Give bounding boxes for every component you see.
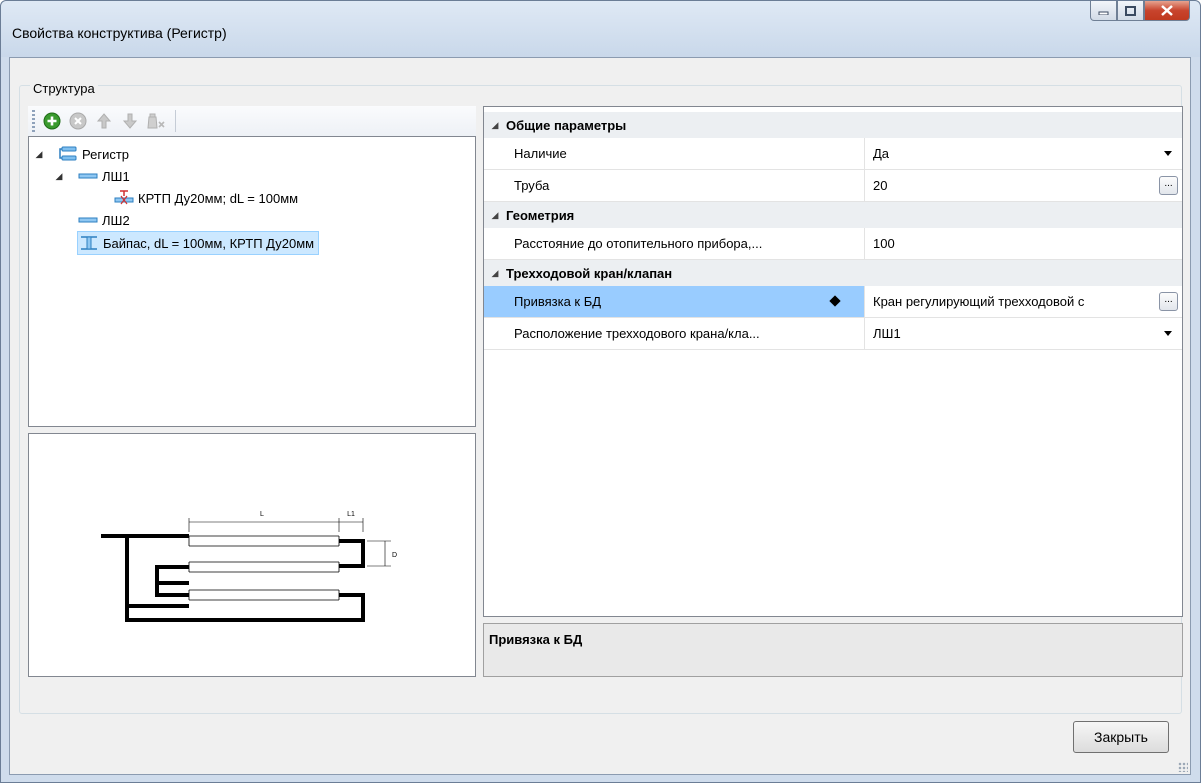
- tree-item-register[interactable]: ◢ Регистр: [33, 143, 129, 165]
- ellipsis-button[interactable]: ...: [1159, 176, 1178, 195]
- dropdown-arrow-icon[interactable]: [1164, 151, 1172, 156]
- column-divider[interactable]: [864, 228, 865, 259]
- move-up-button[interactable]: [93, 110, 115, 132]
- close-icon: [1161, 5, 1173, 16]
- properties-window: Свойства конструктива (Регистр) Структур…: [0, 0, 1201, 783]
- tree-item-label: КРТП Ду20мм; dL = 100мм: [138, 190, 299, 206]
- pipe-icon: [77, 211, 99, 229]
- dropdown-arrow-icon[interactable]: [1164, 331, 1172, 336]
- valve-icon: [113, 189, 135, 207]
- tree-item-label: ЛШ2: [102, 212, 130, 228]
- clear-icon: [147, 113, 165, 129]
- column-divider[interactable]: [864, 170, 865, 201]
- tree-item-bypass[interactable]: Байпас, dL = 100мм, КРТП Ду20мм: [77, 231, 320, 255]
- property-row-availability[interactable]: Наличие Да: [484, 138, 1182, 170]
- property-description: Привязка к БД: [483, 623, 1183, 677]
- tree-item-label: Байпас, dL = 100мм, КРТП Ду20мм: [103, 235, 315, 251]
- close-window-button[interactable]: [1144, 1, 1190, 21]
- bypass-icon: [78, 234, 100, 252]
- window-title: Свойства конструктива (Регистр): [12, 25, 227, 41]
- delete-button[interactable]: [67, 110, 89, 132]
- property-value[interactable]: Да: [873, 138, 1143, 169]
- category-label: Геометрия: [506, 207, 575, 223]
- dialog-body: Структура ◢ Регистр ◢ ЛШ1 КРТП Ду20мм; d…: [9, 57, 1191, 775]
- tree-item-label: Регистр: [82, 146, 130, 162]
- clear-button[interactable]: [145, 110, 167, 132]
- resize-grip[interactable]: [1178, 762, 1188, 772]
- dim-l1-label: L1: [347, 511, 355, 518]
- property-value[interactable]: 100: [873, 228, 1143, 259]
- property-name: Труба: [514, 178, 550, 193]
- pipe-icon: [77, 167, 99, 185]
- register-icon: [57, 145, 79, 163]
- add-button[interactable]: [41, 110, 63, 132]
- register-schematic: L L1 D: [101, 511, 397, 622]
- toolbar-separator: [175, 110, 176, 132]
- category-label: Общие параметры: [506, 117, 627, 133]
- category-label: Трехходовой кран/клапан: [506, 265, 673, 281]
- delete-icon: [69, 112, 87, 130]
- category-three-way-valve[interactable]: ◢ Трехходовой кран/клапан: [484, 260, 1182, 286]
- collapse-arrow-icon[interactable]: ◢: [484, 268, 506, 279]
- arrow-up-icon: [96, 113, 112, 129]
- move-down-button[interactable]: [119, 110, 141, 132]
- structure-group-label: Структура: [30, 81, 98, 96]
- column-divider[interactable]: [864, 318, 865, 349]
- title-bar[interactable]: Свойства конструктива (Регистр): [1, 1, 1200, 57]
- window-controls: [1090, 1, 1190, 23]
- property-name: Наличие: [514, 146, 567, 161]
- add-icon: [43, 112, 61, 130]
- maximize-icon: [1125, 5, 1136, 16]
- structure-toolbar: [28, 106, 476, 136]
- collapse-arrow-icon[interactable]: ◢: [33, 149, 45, 160]
- category-geometry[interactable]: ◢ Геометрия: [484, 202, 1182, 228]
- property-row-distance[interactable]: Расстояние до отопительного прибора,... …: [484, 228, 1182, 260]
- tree-item-lsh1[interactable]: ◢ ЛШ1: [53, 165, 130, 187]
- property-value[interactable]: ЛШ1: [873, 318, 1143, 349]
- column-divider[interactable]: [864, 138, 865, 169]
- column-divider[interactable]: [864, 286, 865, 317]
- property-row-valve-location[interactable]: Расположение трехходового крана/кла... Л…: [484, 318, 1182, 350]
- schematic-preview: L L1 D: [28, 433, 476, 677]
- property-name: Расположение трехходового крана/кла...: [514, 326, 760, 341]
- minimize-button[interactable]: [1090, 1, 1117, 21]
- dim-d-label: D: [392, 552, 397, 559]
- collapse-arrow-icon[interactable]: ◢: [484, 210, 506, 221]
- dim-l-label: L: [260, 511, 264, 518]
- collapse-arrow-icon[interactable]: ◢: [53, 171, 65, 182]
- tree-item-lsh2[interactable]: ЛШ2: [77, 209, 130, 231]
- property-row-pipe[interactable]: Труба 20 ...: [484, 170, 1182, 202]
- property-value[interactable]: 20: [873, 170, 1143, 201]
- property-grid[interactable]: ◢ Общие параметры Наличие Да Труба 20 ..…: [483, 106, 1183, 617]
- toolbar-grip[interactable]: [32, 110, 35, 132]
- property-name: Привязка к БД: [514, 294, 602, 309]
- property-name: Расстояние до отопительного прибора,...: [514, 236, 763, 251]
- tree-item-label: ЛШ1: [102, 168, 130, 184]
- collapse-arrow-icon[interactable]: ◢: [484, 120, 506, 131]
- category-general[interactable]: ◢ Общие параметры: [484, 112, 1182, 138]
- property-row-db-link[interactable]: Привязка к БД Кран регулирующий трехходо…: [484, 286, 1182, 318]
- description-title: Привязка к БД: [489, 632, 583, 647]
- minimize-icon: [1098, 11, 1109, 15]
- property-value[interactable]: Кран регулирующий трехходовой с: [873, 286, 1143, 317]
- structure-tree[interactable]: ◢ Регистр ◢ ЛШ1 КРТП Ду20мм; dL = 100мм: [28, 136, 476, 427]
- ellipsis-button[interactable]: ...: [1159, 292, 1178, 311]
- tree-item-valve[interactable]: КРТП Ду20мм; dL = 100мм: [113, 187, 298, 209]
- close-button[interactable]: Закрыть: [1073, 721, 1169, 753]
- maximize-button[interactable]: [1117, 1, 1144, 21]
- arrow-down-icon: [122, 113, 138, 129]
